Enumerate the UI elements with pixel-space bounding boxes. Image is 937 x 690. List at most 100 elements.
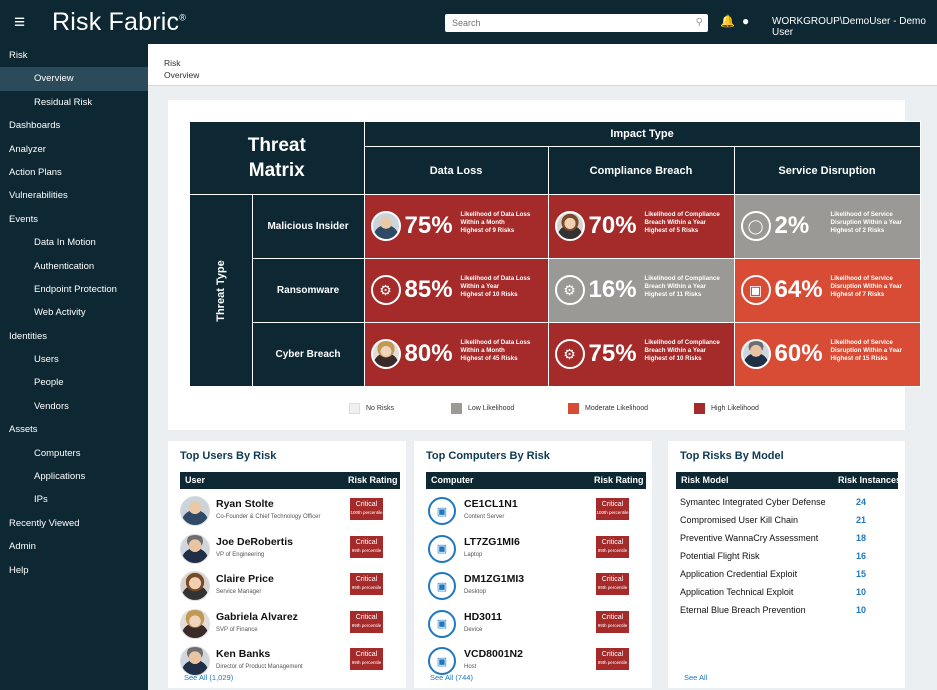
column-header: Data Loss [363, 146, 549, 195]
see-all-users-link[interactable]: See All (1,029) [184, 673, 233, 682]
avatar [180, 608, 210, 639]
table-row[interactable]: Joe DeRobertis VP of Engineering Critical 9… [180, 532, 400, 569]
table-row[interactable]: ▣ DM1ZG1MI3 Desktop Critical 99th percentile [428, 569, 646, 606]
table-header: Computer Risk Rating [426, 472, 646, 489]
sidebar-item-recently-viewed[interactable]: Recently Viewed [0, 512, 148, 535]
risk-instance-count[interactable]: 10 [856, 605, 866, 615]
risk-rating-badge: Critical 100th percentile [596, 498, 629, 520]
sidebar-item-ips[interactable]: IPs [0, 488, 148, 511]
search-icon[interactable]: ⚲ [696, 17, 703, 28]
risk-instance-count[interactable]: 16 [856, 551, 866, 561]
card-title: Top Users By Risk [180, 450, 277, 462]
top-computers-card: Top Computers By Risk Computer Risk Rati… [414, 441, 652, 688]
risk-model-row[interactable]: Application Credential Exploit 15 [680, 569, 888, 587]
risk-cell[interactable]: ▣ 64% Likelihood of Service Disruption With… [733, 258, 921, 323]
risk-model-row[interactable]: Eternal Blue Breach Prevention 10 [680, 605, 888, 623]
computer-name[interactable]: HD3011 [464, 611, 502, 623]
sidebar-item-people[interactable]: People [0, 371, 148, 394]
user-name[interactable]: Ken Banks [216, 648, 270, 660]
table-row[interactable]: Ryan Stolte Co-Founder & Chief Technology… [180, 494, 400, 531]
risk-cell[interactable]: 80% Likelihood of Data Loss Within a Month… [363, 322, 549, 387]
sidebar-item-data-in-motion[interactable]: Data In Motion [0, 231, 148, 254]
user-name[interactable]: Claire Price [216, 573, 274, 585]
table-row[interactable]: Claire Price Service Manager Critical 99th … [180, 569, 400, 606]
sidebar-item-events[interactable]: Events [0, 208, 148, 231]
computer-name[interactable]: CE1CL1N1 [464, 498, 518, 510]
risk-cell[interactable]: 70% Likelihood of Compliance Breach Within… [547, 194, 735, 259]
risk-model-row[interactable]: Symantec Integrated Cyber Defense 24 [680, 497, 888, 515]
sidebar-item-overview[interactable]: Overview [0, 67, 148, 91]
risk-percentage: 75% [404, 212, 453, 239]
legend-swatch [694, 403, 705, 414]
user-name[interactable]: Joe DeRobertis [216, 536, 293, 548]
risk-instance-count[interactable]: 15 [856, 569, 866, 579]
breadcrumb-parent[interactable]: Risk [164, 58, 181, 68]
risk-cell[interactable]: ◯ 2% Likelihood of Service Disruption Withi… [733, 194, 921, 259]
table-row[interactable]: ▣ HD3011 Device Critical 99th percentile [428, 607, 646, 644]
risk-model-name[interactable]: Symantec Integrated Cyber Defense [680, 497, 826, 507]
risk-model-row[interactable]: Compromised User Kill Chain 21 [680, 515, 888, 533]
table-row[interactable]: ▣ LT7ZG1MI6 Laptop Critical 99th percentile [428, 532, 646, 569]
risk-instance-count[interactable]: 10 [856, 587, 866, 597]
sidebar-item-vendors[interactable]: Vendors [0, 395, 148, 418]
sidebar-item-admin[interactable]: Admin [0, 535, 148, 558]
menu-icon[interactable]: ≡ [14, 12, 25, 34]
risk-model-name[interactable]: Potential Flight Risk [680, 551, 760, 561]
sidebar-item-assets[interactable]: Assets [0, 418, 148, 441]
risk-instance-count[interactable]: 21 [856, 515, 866, 525]
sidebar-item-dashboards[interactable]: Dashboards [0, 114, 148, 137]
sidebar-item-computers[interactable]: Computers [0, 442, 148, 465]
legend-item: No Risks [349, 403, 394, 415]
user-name[interactable]: Ryan Stolte [216, 498, 274, 510]
chat-icon[interactable]: ● [742, 14, 749, 28]
sidebar-item-help[interactable]: Help [0, 559, 148, 582]
sidebar-item-users[interactable]: Users [0, 348, 148, 371]
sidebar-item-analyzer[interactable]: Analyzer [0, 138, 148, 161]
risk-cell[interactable]: ⚙ 16% Likelihood of Compliance Breach Withi… [547, 258, 735, 323]
sidebar-item-endpoint-protection[interactable]: Endpoint Protection [0, 278, 148, 301]
risk-description-line: Likelihood of Compliance [644, 211, 720, 218]
risk-instance-count[interactable]: 18 [856, 533, 866, 543]
risk-model-name[interactable]: Eternal Blue Breach Prevention [680, 605, 806, 615]
sidebar-item-web-activity[interactable]: Web Activity [0, 301, 148, 324]
app-title: Risk Fabric® [52, 8, 187, 36]
risk-model-name[interactable]: Preventive WannaCry Assessment [680, 533, 818, 543]
sidebar-item-authentication[interactable]: Authentication [0, 255, 148, 278]
sidebar-item-residual-risk[interactable]: Residual Risk [0, 91, 148, 114]
sidebar-item-identities[interactable]: Identities [0, 325, 148, 348]
computer-name[interactable]: LT7ZG1MI6 [464, 536, 520, 548]
risk-description: Likelihood of Service Disruption Within a… [831, 275, 919, 299]
table-row[interactable]: Gabriela Alvarez SVP of Finance Critical 99… [180, 607, 400, 644]
impact-type-header: Impact Type [363, 121, 921, 147]
risk-cell[interactable]: 75% Likelihood of Data Loss Within a Month… [363, 194, 549, 259]
user-name[interactable]: Gabriela Alvarez [216, 611, 298, 623]
sidebar-item-action-plans[interactable]: Action Plans [0, 161, 148, 184]
risk-cell[interactable]: ⚙ 85% Likelihood of Data Loss Within a Year… [363, 258, 549, 323]
risk-instance-count[interactable]: 24 [856, 497, 866, 507]
risk-description-line: Likelihood of Service [830, 211, 893, 218]
user-menu[interactable]: WORKGROUP\DemoUser - Demo User [772, 16, 937, 38]
see-all-risks-link[interactable]: See All [684, 673, 707, 682]
risk-cell[interactable]: 60% Likelihood of Service Disruption Withi… [733, 322, 921, 387]
bell-icon[interactable]: 🔔 [720, 14, 735, 28]
sidebar-item-risk[interactable]: Risk [0, 44, 148, 67]
risk-model-name[interactable]: Application Technical Exploit [680, 587, 793, 597]
sidebar-item-applications[interactable]: Applications [0, 465, 148, 488]
table-header: Risk Model Risk Instances [676, 472, 901, 489]
risk-description-line: Highest of 2 Risks [830, 227, 885, 234]
see-all-computers-link[interactable]: See All (744) [430, 673, 473, 682]
table-row[interactable]: ▣ CE1CL1N1 Content Server Critical 100th per… [428, 494, 646, 531]
risk-description-line: Highest of 10 Risks [460, 291, 518, 298]
search-input[interactable] [445, 14, 685, 32]
risk-model-name[interactable]: Compromised User Kill Chain [680, 515, 798, 525]
risk-percentile: 99th percentile [597, 622, 628, 628]
risk-model-row[interactable]: Potential Flight Risk 16 [680, 551, 888, 569]
risk-rating-label: Critical [355, 613, 378, 621]
computer-name[interactable]: DM1ZG1MI3 [464, 573, 524, 585]
computer-name[interactable]: VCD8001N2 [464, 648, 523, 660]
risk-cell[interactable]: ⚙ 75% Likelihood of Compliance Breach Withi… [547, 322, 735, 387]
sidebar-item-vulnerabilities[interactable]: Vulnerabilities [0, 184, 148, 207]
risk-model-row[interactable]: Preventive WannaCry Assessment 18 [680, 533, 888, 551]
risk-model-row[interactable]: Application Technical Exploit 10 [680, 587, 888, 605]
risk-model-name[interactable]: Application Credential Exploit [680, 569, 797, 579]
